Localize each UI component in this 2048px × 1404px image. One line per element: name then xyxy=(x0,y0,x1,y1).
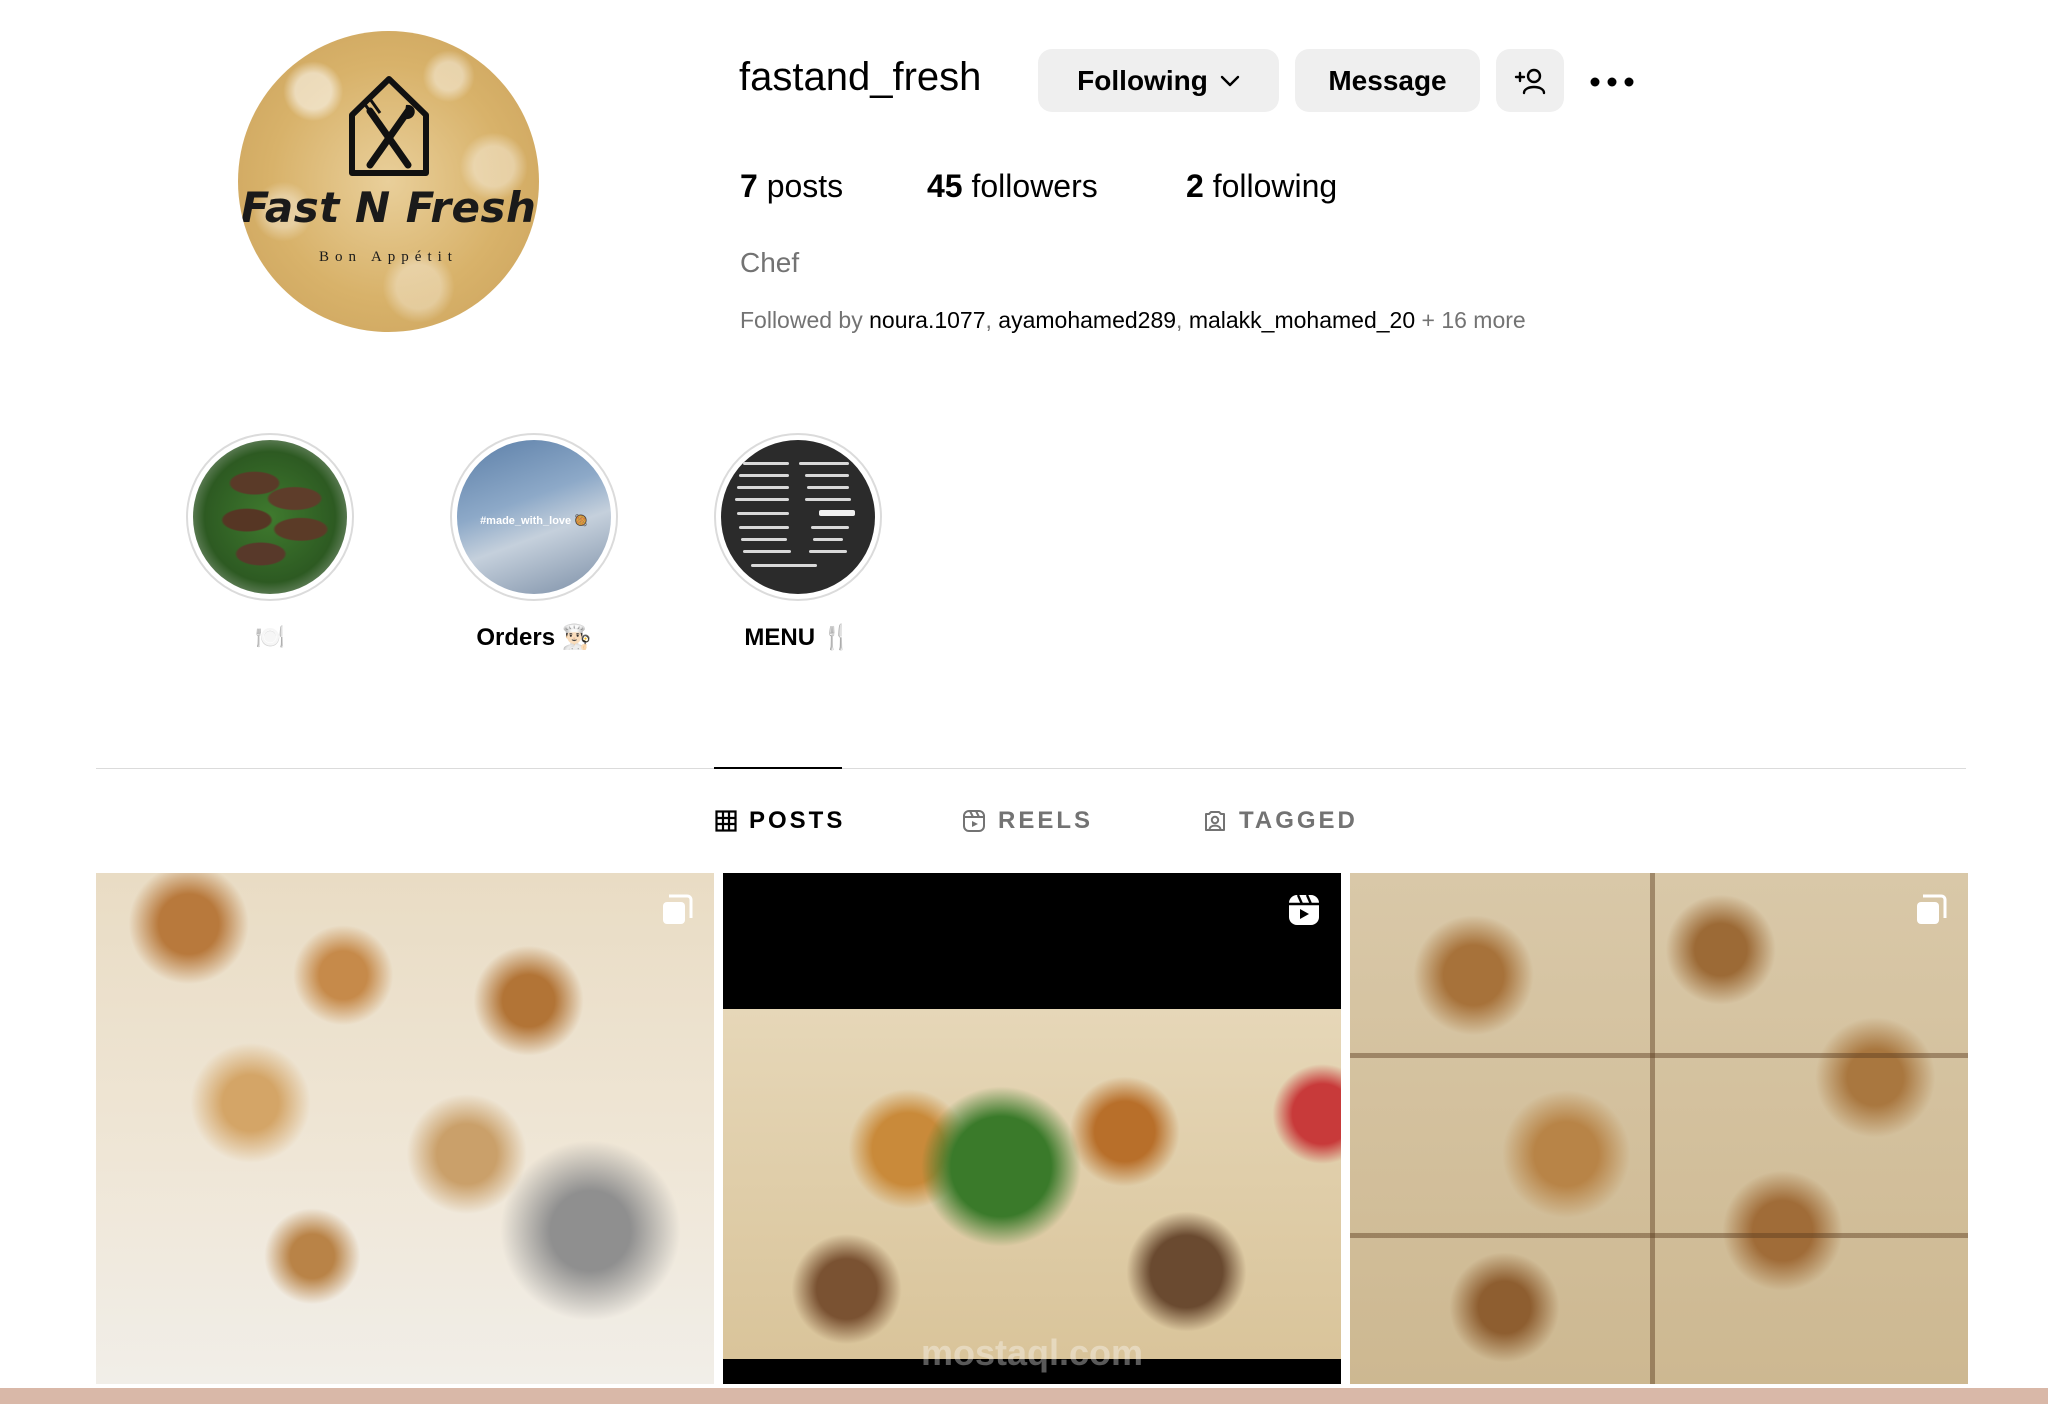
followed-by-user[interactable]: noura.1077 xyxy=(869,307,985,333)
suggest-user-button[interactable] xyxy=(1496,49,1564,112)
post-image xyxy=(723,1009,1341,1359)
highlight-cover-image xyxy=(193,440,347,594)
posts-count: 7 xyxy=(740,168,758,204)
tab-posts[interactable]: POSTS xyxy=(715,807,845,835)
highlight-cover-caption: #made_with_love 🥘 xyxy=(480,515,588,527)
avatar-tagline-text: Bon Appétit xyxy=(319,249,458,265)
followed-by-user[interactable]: ayamohamed289 xyxy=(998,307,1176,333)
active-tab-indicator xyxy=(714,767,842,769)
watermark-text: mostaql.com xyxy=(920,1332,1144,1373)
followers-label: followers xyxy=(971,168,1098,204)
highlight-cover-image xyxy=(721,440,875,594)
story-highlight[interactable] xyxy=(714,433,882,601)
tab-reels[interactable]: REELS xyxy=(962,807,1093,835)
followed-by-user[interactable]: malakk_mohamed_20 xyxy=(1189,307,1415,333)
carousel-icon xyxy=(663,894,693,924)
following-count: 2 xyxy=(1186,168,1204,204)
tab-label: REELS xyxy=(998,807,1094,834)
profile-username: fastand_fresh xyxy=(739,55,982,99)
more-options-icon xyxy=(1590,77,1634,87)
following-label: following xyxy=(1212,168,1338,204)
posts-label: posts xyxy=(766,168,844,204)
carousel-icon xyxy=(1917,894,1947,924)
post-thumbnail[interactable] xyxy=(96,873,714,1384)
followed-by-more: + 16 more xyxy=(1415,307,1526,333)
reels-icon xyxy=(1289,894,1319,925)
highlight-label: 🍽️ xyxy=(255,624,285,651)
grid-icon xyxy=(715,810,737,832)
add-user-icon xyxy=(1514,68,1546,94)
following-button-label: Following xyxy=(1077,64,1208,96)
following-button[interactable]: Following xyxy=(1038,49,1279,112)
highlight-label: Orders 👨🏻‍🍳 xyxy=(476,624,592,651)
message-button-label: Message xyxy=(1328,64,1447,96)
house-fork-knife-icon xyxy=(349,76,429,176)
tabs-divider xyxy=(96,768,1966,769)
window-bottom-edge xyxy=(0,1388,2048,1404)
story-highlight[interactable]: #made_with_love 🥘 xyxy=(450,433,618,601)
story-highlight[interactable] xyxy=(186,433,354,601)
highlight-label: MENU 🍴 xyxy=(744,624,852,651)
tab-tagged[interactable]: TAGGED xyxy=(1203,807,1358,835)
highlight-cover-image: #made_with_love 🥘 xyxy=(457,440,611,594)
followed-by-prefix: Followed by xyxy=(740,307,870,333)
profile-avatar[interactable]: Fast N Fresh Bon Appétit xyxy=(238,31,539,332)
post-thumbnail[interactable]: mostaql.com xyxy=(723,873,1341,1384)
post-thumbnail[interactable] xyxy=(1350,873,1968,1384)
tagged-icon xyxy=(1205,811,1225,831)
followed-by-text[interactable]: Followed by noura.1077, ayamohamed289, m… xyxy=(740,307,1526,334)
stat-following[interactable]: 2 following xyxy=(1186,168,1337,205)
message-button[interactable]: Message xyxy=(1295,49,1480,112)
chevron-down-icon xyxy=(1220,75,1240,86)
tab-label: POSTS xyxy=(749,807,846,834)
stat-followers[interactable]: 45 followers xyxy=(927,168,1098,205)
followers-count: 45 xyxy=(927,168,963,204)
tab-label: TAGGED xyxy=(1239,807,1358,834)
reels-icon xyxy=(963,810,985,832)
avatar-brand-text: Fast N Fresh xyxy=(240,183,537,232)
profile-bio: Chef xyxy=(740,247,800,278)
more-options-button[interactable] xyxy=(1584,58,1640,106)
stat-posts: 7 posts xyxy=(740,168,843,205)
